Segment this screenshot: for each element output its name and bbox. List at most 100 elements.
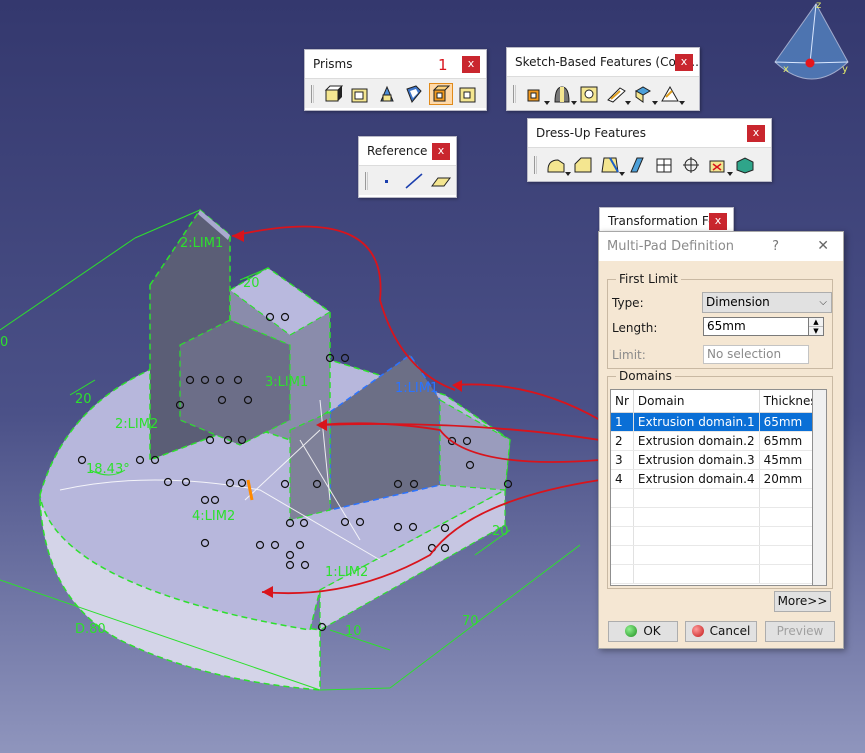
- row-thickness: 65mm: [759, 431, 812, 451]
- dialog-title-bar[interactable]: Multi-Pad Definition ? ✕: [599, 232, 843, 261]
- point-tool-button[interactable]: [375, 170, 399, 192]
- hole-icon: [580, 86, 598, 102]
- ok-button[interactable]: OK: [608, 621, 678, 642]
- multi-pad-definition-dialog[interactable]: Multi-Pad Definition ? ✕ First Limit Typ…: [598, 231, 844, 649]
- dressup-close-button[interactable]: x: [747, 125, 765, 142]
- column-header-thickness[interactable]: Thickness: [759, 390, 812, 413]
- label-dim-0: 0: [0, 335, 8, 350]
- drafted-pad-tool-button[interactable]: [348, 83, 372, 105]
- multi-pocket-tool-button[interactable]: [456, 83, 480, 105]
- remove-face-button[interactable]: [706, 154, 733, 176]
- length-spinner[interactable]: ▲ ▼: [808, 317, 824, 336]
- dressup-tools: [528, 147, 771, 181]
- table-row[interactable]: 4 Extrusion domain.4 20mm: [611, 469, 812, 489]
- sketch-close-button[interactable]: x: [675, 54, 693, 71]
- row-thickness: 20mm: [759, 469, 812, 489]
- draft-icon: [601, 157, 619, 172]
- plane-tool-button[interactable]: [429, 170, 453, 192]
- column-header-nr[interactable]: Nr: [611, 390, 634, 413]
- removed-loft-icon: [661, 85, 679, 101]
- transformation-close-button[interactable]: x: [709, 213, 727, 230]
- thread-button[interactable]: [679, 154, 703, 176]
- table-row-empty: [611, 526, 812, 546]
- reference-elements-toolbar[interactable]: Reference ... x: [358, 136, 457, 198]
- hole-button[interactable]: [577, 83, 601, 105]
- domains-list[interactable]: Nr Domain Thickness 1 Extrusion domain.1…: [610, 389, 813, 586]
- type-dropdown[interactable]: Dimension ⌵: [702, 292, 832, 313]
- replace-face-icon: [736, 156, 754, 174]
- prisms-toolbar[interactable]: Prisms 1 x: [304, 49, 487, 111]
- edge-fillet-button[interactable]: [544, 154, 571, 176]
- table-row-empty: [611, 488, 812, 508]
- length-input[interactable]: 65mm: [703, 317, 809, 336]
- multi-pad-tool-button[interactable]: [429, 82, 453, 105]
- table-row[interactable]: 1 Extrusion domain.1 65mm: [611, 412, 812, 432]
- row-nr: 4: [611, 469, 634, 489]
- grip-handle[interactable]: [311, 84, 314, 103]
- row-nr: 1: [611, 412, 634, 432]
- dialog-title: Multi-Pad Definition: [607, 239, 735, 254]
- type-dropdown-value: Dimension: [706, 295, 770, 309]
- line-tool-button[interactable]: [402, 170, 426, 192]
- help-button[interactable]: ?: [772, 232, 779, 261]
- sketch-toolbar-title-text: Sketch-Based Features (Com...: [515, 55, 699, 69]
- grip-handle[interactable]: [513, 84, 516, 103]
- row-domain: Extrusion domain.1: [633, 412, 760, 432]
- more-button[interactable]: More>>: [774, 591, 831, 612]
- domains-legend: Domains: [616, 369, 675, 383]
- prisms-close-button[interactable]: x: [462, 56, 480, 73]
- table-row[interactable]: 2 Extrusion domain.2 65mm: [611, 431, 812, 451]
- compass-axis-z: z: [816, 0, 821, 11]
- thickness-icon: [656, 158, 672, 172]
- first-limit-legend: First Limit: [616, 272, 681, 286]
- row-thickness: 45mm: [759, 450, 812, 470]
- grip-handle[interactable]: [534, 155, 537, 174]
- spin-down-icon[interactable]: ▼: [809, 327, 823, 336]
- close-button[interactable]: ✕: [817, 232, 829, 261]
- column-header-domain[interactable]: Domain: [633, 390, 760, 413]
- thickness-button[interactable]: [652, 154, 676, 176]
- rib-group-button[interactable]: [604, 83, 631, 105]
- shell-button[interactable]: [625, 154, 649, 176]
- table-row-empty: [611, 507, 812, 527]
- replace-face-button[interactable]: [733, 154, 757, 176]
- preview-button[interactable]: Preview: [765, 621, 835, 642]
- removed-multi-section-button[interactable]: [658, 83, 685, 105]
- reference-close-button[interactable]: x: [432, 143, 450, 160]
- line-icon: [405, 172, 423, 189]
- chamfer-button[interactable]: [571, 154, 595, 176]
- multi-section-solid-button[interactable]: [631, 83, 658, 105]
- table-row[interactable]: 3 Extrusion domain.3 45mm: [611, 450, 812, 470]
- chamfer-icon: [574, 157, 592, 172]
- sketch-tools: [507, 76, 699, 110]
- shell-icon: [630, 157, 644, 172]
- type-label: Type:: [612, 296, 644, 310]
- limit-value: No selection: [707, 347, 782, 361]
- pad-group-button[interactable]: [523, 83, 550, 105]
- limit-selection-field[interactable]: No selection: [703, 345, 809, 364]
- grip-handle[interactable]: [365, 171, 368, 190]
- spin-up-icon[interactable]: ▲: [809, 318, 823, 327]
- prisms-tools: [305, 78, 486, 108]
- dressup-toolbar-title-text: Dress-Up Features: [536, 126, 646, 140]
- row-nr: 3: [611, 450, 634, 470]
- label-dim-20a: 20: [75, 392, 92, 407]
- domains-scrollbar[interactable]: [813, 389, 827, 586]
- drafted-pocket-tool-button[interactable]: [402, 83, 426, 105]
- multi-pad-icon: [432, 85, 451, 101]
- drafted-pad-icon: [351, 88, 368, 102]
- pocket-icon: [380, 85, 394, 101]
- dress-up-features-toolbar[interactable]: Dress-Up Features x: [527, 118, 772, 182]
- label-lim-right: 1:LIM1: [395, 381, 438, 396]
- row-nr: 2: [611, 431, 634, 451]
- fillet-icon: [547, 158, 565, 172]
- pad-tool-button[interactable]: [321, 83, 345, 105]
- pocket-tool-button[interactable]: [375, 83, 399, 105]
- compass-widget[interactable]: z x y: [774, 0, 849, 80]
- compass-axis-x: x: [783, 64, 789, 75]
- sketch-based-features-toolbar[interactable]: Sketch-Based Features (Com... x: [506, 47, 700, 111]
- domains-table: Nr Domain Thickness 1 Extrusion domain.1…: [611, 390, 812, 584]
- shaft-group-button[interactable]: [550, 83, 577, 105]
- draft-button[interactable]: [598, 154, 625, 176]
- cancel-button[interactable]: Cancel: [685, 621, 757, 642]
